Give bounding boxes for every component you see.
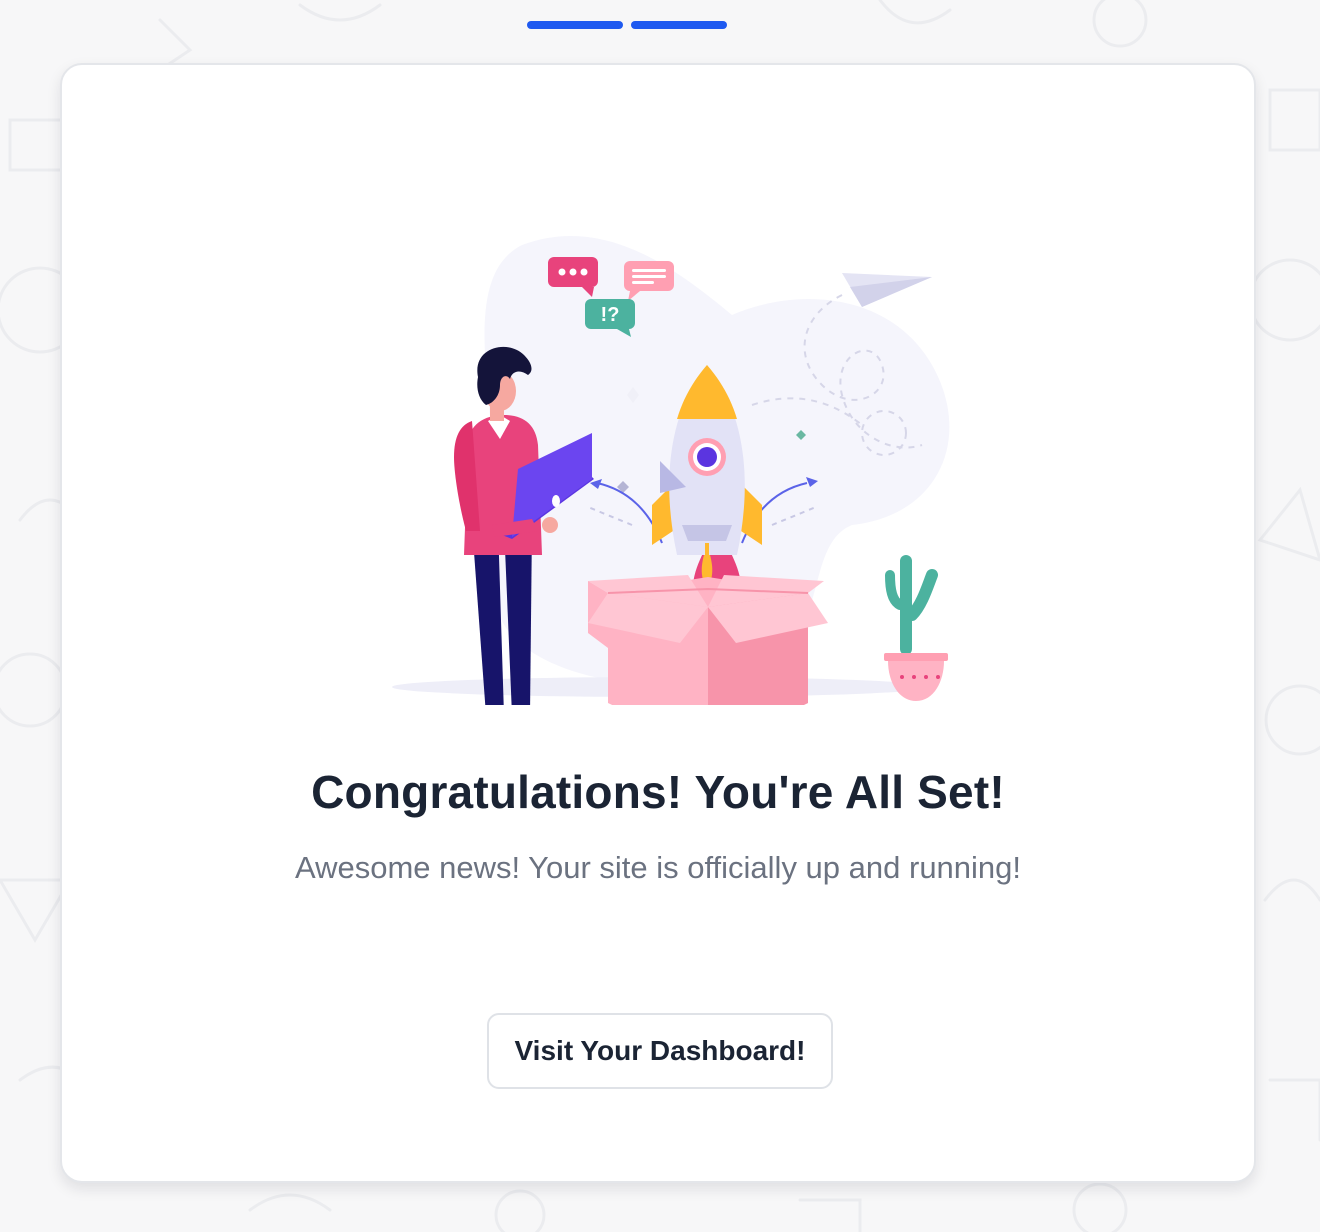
launch-illustration: !?	[392, 235, 950, 705]
visit-dashboard-button[interactable]: Visit Your Dashboard!	[487, 1013, 833, 1089]
page-title: Congratulations! You're All Set!	[311, 766, 1005, 818]
page-subtitle: Awesome news! Your site is officially up…	[294, 850, 1022, 885]
completion-card: !? Congratulations! You're All Set! Awes…	[60, 63, 1256, 1183]
cactus-icon	[884, 555, 948, 701]
progress-step-1	[527, 21, 623, 29]
gift-box-icon	[588, 575, 828, 705]
step-progress	[527, 21, 727, 29]
question-bubble-text: !?	[601, 304, 620, 326]
progress-step-2	[631, 21, 727, 29]
